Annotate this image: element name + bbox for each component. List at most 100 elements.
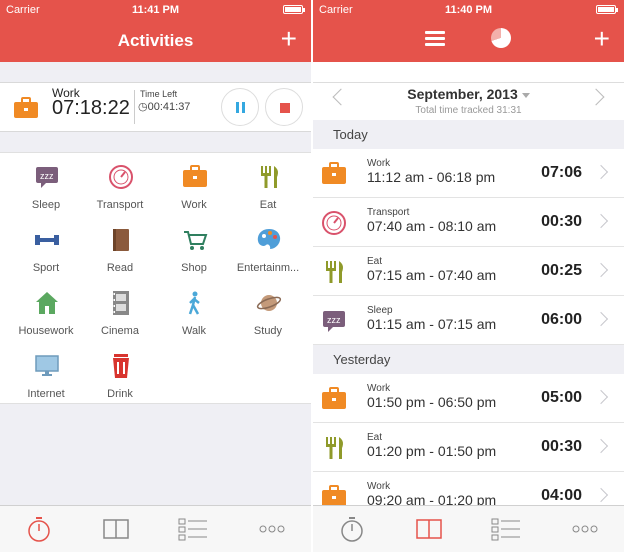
cart-icon [184, 231, 208, 250]
book-icon [113, 229, 129, 251]
sleep-icon: zzz [323, 311, 345, 332]
stopwatch-icon[interactable] [24, 514, 54, 544]
briefcase-icon [14, 97, 38, 118]
briefcase-icon [322, 162, 346, 184]
entry-duration: 00:30 [541, 213, 582, 230]
app-screens: Carrier 11:41 PM Activities + Work 07:18… [0, 0, 624, 552]
log-entry[interactable]: zzz Sleep 01:15 am - 07:15 am 06:00 [313, 296, 624, 345]
nav-bar: + [313, 20, 624, 62]
entry-duration: 00:25 [541, 262, 582, 279]
activity-11[interactable]: Walk [155, 281, 233, 344]
tab-bar [0, 505, 311, 552]
time-left-value: ◷00:41:37 [138, 101, 191, 113]
add-entry-button[interactable]: + [594, 24, 610, 54]
activity-5[interactable]: Sport [7, 218, 85, 281]
section-header: Today [313, 120, 624, 149]
entry-duration: 06:00 [541, 311, 582, 328]
activity-10[interactable]: Cinema [81, 281, 159, 344]
activity-label: Internet [27, 388, 65, 400]
add-activity-button[interactable]: + [281, 24, 297, 54]
activity-14[interactable]: Drink [81, 344, 159, 407]
entry-activity: Work [367, 383, 391, 394]
entry-time-range: 07:15 am - 07:40 am [367, 267, 497, 283]
activity-2[interactable]: Transport [81, 155, 159, 218]
entry-activity: Eat [367, 256, 383, 267]
entry-duration: 04:00 [541, 487, 582, 504]
activity-8[interactable]: Entertainm... [229, 218, 307, 281]
activity-6[interactable]: Read [81, 218, 159, 281]
total-time-tracked: Total time tracked 31:31 [415, 105, 522, 116]
entry-time-range: 01:50 pm - 06:50 pm [367, 394, 497, 410]
log-screen: Carrier 11:40 PM + September, 2013 Total… [313, 0, 624, 552]
month-selector: September, 2013 Total time tracked 31:31 [313, 82, 624, 120]
activity-label: Transport [96, 199, 144, 211]
battery-icon [283, 5, 305, 14]
month-title[interactable]: September, 2013 [313, 86, 624, 102]
month-title-text: September, 2013 [407, 86, 518, 102]
activities-screen: Carrier 11:41 PM Activities + Work 07:18… [0, 0, 311, 552]
list-icon[interactable] [178, 514, 208, 544]
speedometer-icon [109, 165, 133, 189]
section-header: Yesterday [313, 345, 624, 374]
pie-chart-icon[interactable] [491, 28, 511, 48]
clock: 11:40 PM [444, 4, 493, 16]
page-title: Activities [117, 31, 194, 50]
time-left-label: Time Left [140, 89, 178, 99]
chevron-right-icon [593, 389, 609, 405]
pause-button[interactable] [221, 88, 259, 126]
stop-button[interactable] [265, 88, 303, 126]
chevron-right-icon [593, 213, 609, 229]
log-entry[interactable]: Work 11:12 am - 06:18 pm 07:06 [313, 149, 624, 198]
log-book-icon[interactable] [101, 514, 131, 544]
stopwatch-icon[interactable] [337, 514, 367, 544]
activity-label: Work [181, 199, 207, 211]
activity-label: Sport [32, 262, 60, 274]
activity-7[interactable]: Shop [155, 218, 233, 281]
chevron-down-icon [521, 92, 530, 98]
more-icon[interactable] [570, 514, 600, 544]
cup-icon [113, 354, 129, 378]
menu-icon[interactable] [425, 31, 445, 47]
activity-13[interactable]: Internet [7, 344, 85, 407]
monitor-icon [35, 355, 59, 376]
tab-bar [313, 505, 624, 552]
entry-duration: 05:00 [541, 389, 582, 406]
activity-9[interactable]: Housework [7, 281, 85, 344]
battery-icon [596, 5, 618, 14]
briefcase-icon [183, 165, 207, 187]
log-book-icon[interactable] [414, 514, 444, 544]
activity-label: Walk [181, 325, 207, 337]
chevron-right-icon [593, 311, 609, 327]
list-icon[interactable] [491, 514, 521, 544]
activity-label: Study [253, 325, 283, 337]
activity-1[interactable]: zzz Sleep [7, 155, 85, 218]
more-icon[interactable] [257, 514, 287, 544]
log-entry[interactable]: Eat 01:20 pm - 01:50 pm 00:30 [313, 423, 624, 472]
activity-label: Read [106, 262, 134, 274]
entry-duration: 00:30 [541, 438, 582, 455]
timer-elapsed: 07:18:22 [52, 97, 130, 119]
briefcase-icon [322, 387, 346, 409]
palette-icon [257, 229, 281, 249]
log-entry[interactable]: Work 01:50 pm - 06:50 pm 05:00 [313, 374, 624, 423]
entry-activity: Work [367, 481, 391, 492]
entry-time-range: 07:40 am - 08:10 am [367, 218, 497, 234]
log-entry[interactable]: Eat 07:15 am - 07:40 am 00:25 [313, 247, 624, 296]
entry-activity: Work [367, 158, 391, 169]
house-icon [36, 292, 58, 314]
walking-person-icon [188, 291, 200, 315]
dumbbell-icon [35, 235, 59, 245]
activity-3[interactable]: Work [155, 155, 233, 218]
fork-knife-icon [326, 437, 343, 459]
activity-12[interactable]: Study [229, 281, 307, 344]
running-timer[interactable]: Work 07:18:22 Time Left ◷00:41:37 [0, 82, 311, 132]
planet-icon [256, 295, 282, 311]
entry-activity: Eat [367, 432, 383, 443]
activity-4[interactable]: Eat [229, 155, 307, 218]
speedometer-icon [322, 211, 346, 235]
activity-label: Drink [107, 388, 133, 400]
log-entry[interactable]: Transport 07:40 am - 08:10 am 00:30 [313, 198, 624, 247]
svg-text:zzz: zzz [40, 171, 54, 181]
activity-label: Entertainm... [236, 262, 300, 274]
activity-label: Sleep [31, 199, 61, 211]
